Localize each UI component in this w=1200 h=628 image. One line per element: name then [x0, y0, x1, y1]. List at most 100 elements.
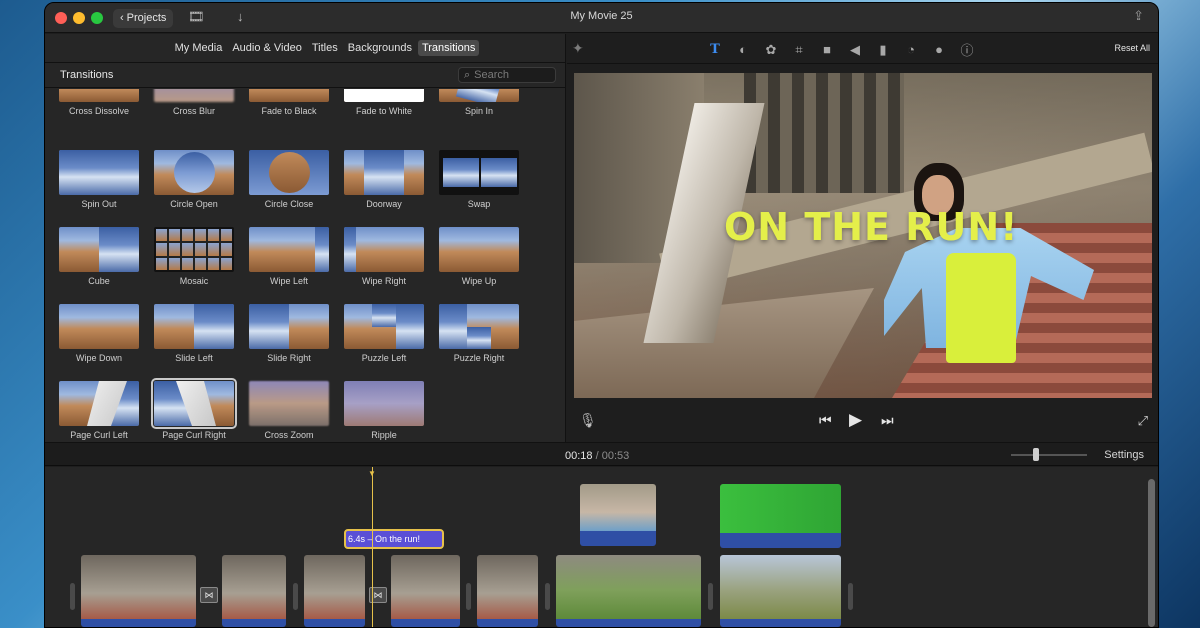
- video-clip[interactable]: [304, 555, 365, 627]
- transition-label: Wipe Left: [269, 276, 309, 286]
- clip-filter-icon[interactable]: ●: [931, 42, 947, 57]
- transition-thumbnail: [249, 227, 329, 272]
- settings-button[interactable]: Settings: [1104, 449, 1144, 461]
- transition-item[interactable]: Slide Right: [246, 304, 332, 363]
- imovie-window: ‹ Projects 🎞 ↓ My Movie 25 ⇪ My Media Au…: [44, 2, 1159, 628]
- playhead-marker-icon[interactable]: ▼: [368, 469, 376, 478]
- transition-item[interactable]: Wipe Up: [436, 227, 522, 286]
- transition-thumbnail: [59, 150, 139, 195]
- transition-thumbnail: [249, 150, 329, 195]
- video-clip[interactable]: [556, 555, 701, 627]
- transition-item[interactable]: Fade to White: [341, 89, 427, 116]
- color-correction-icon[interactable]: ✿: [763, 42, 779, 58]
- title-bar: ‹ Projects 🎞 ↓ My Movie 25 ⇪: [45, 3, 1158, 33]
- transition-label: Cross Blur: [172, 106, 215, 116]
- playhead[interactable]: [372, 467, 373, 627]
- skip-forward-icon[interactable]: ⏭: [881, 412, 894, 429]
- transition-label: Wipe Up: [461, 276, 497, 286]
- transition-item[interactable]: Circle Close: [246, 150, 332, 209]
- transition-item[interactable]: Page Curl Left: [56, 381, 142, 440]
- transition-marker-icon[interactable]: ⋈: [200, 587, 218, 603]
- transition-item[interactable]: Slide Left: [151, 304, 237, 363]
- transition-item[interactable]: Spin Out: [56, 150, 142, 209]
- tab-my-media[interactable]: My Media: [171, 40, 227, 56]
- magic-wand-icon[interactable]: ✦: [572, 40, 584, 57]
- transition-item[interactable]: Puzzle Left: [341, 304, 427, 363]
- video-clip[interactable]: [222, 555, 286, 627]
- crop-icon[interactable]: ⌗: [791, 42, 807, 58]
- adjustment-tools: T ◐ ✿ ⌗ ■ ◀ ▮ ◔ ● ⓘ: [707, 40, 975, 59]
- transition-label: Ripple: [371, 430, 397, 440]
- transition-item[interactable]: Circle Open: [151, 150, 237, 209]
- current-time: 00:18: [565, 450, 593, 462]
- tab-backgrounds[interactable]: Backgrounds: [344, 40, 416, 56]
- zoom-slider-knob[interactable]: [1033, 448, 1039, 461]
- video-clip[interactable]: [477, 555, 538, 627]
- video-clip[interactable]: [81, 555, 196, 627]
- text-icon[interactable]: T: [707, 42, 723, 57]
- clip-handle[interactable]: [708, 583, 713, 610]
- transition-thumbnail: [439, 304, 519, 349]
- transition-item[interactable]: Doorway: [341, 150, 427, 209]
- clip-handle[interactable]: [293, 583, 298, 610]
- video-ground: [574, 288, 874, 398]
- timeline[interactable]: 6.4s – On the run! ⋈ ⋈ ▼: [45, 467, 1158, 627]
- transition-item[interactable]: Mosaic: [151, 227, 237, 286]
- speed-icon[interactable]: ◔: [903, 42, 919, 57]
- volume-icon[interactable]: ◀: [847, 42, 863, 58]
- clip-handle[interactable]: [70, 583, 75, 610]
- timeline-scrollbar[interactable]: [1148, 479, 1155, 627]
- fullscreen-icon[interactable]: ⤢: [1138, 413, 1148, 429]
- timeline-header: 00:18 / 00:53 Settings: [45, 442, 1158, 466]
- transition-item[interactable]: Fade to Black: [246, 89, 332, 116]
- play-icon[interactable]: ▶: [849, 410, 862, 430]
- transition-item[interactable]: Page Curl Right: [151, 378, 237, 440]
- green-screen-clip[interactable]: [720, 484, 841, 548]
- search-field[interactable]: ⌕ Search: [458, 67, 556, 83]
- noise-reduction-icon[interactable]: ▮: [875, 42, 891, 58]
- tab-titles[interactable]: Titles: [308, 40, 342, 56]
- tab-audio-video[interactable]: Audio & Video: [228, 40, 306, 56]
- transition-item[interactable]: Cross Blur: [151, 89, 237, 116]
- transition-thumbnail: [59, 89, 139, 102]
- adjustments-toolbar: ✦ T ◐ ✿ ⌗ ■ ◀ ▮ ◔ ● ⓘ Reset All: [567, 34, 1158, 64]
- title-overlay[interactable]: ON THE RUN!: [724, 205, 1019, 249]
- tab-transitions[interactable]: Transitions: [417, 40, 480, 56]
- transition-label: Circle Close: [264, 199, 314, 209]
- transition-item[interactable]: Spin In: [436, 89, 522, 116]
- transition-item[interactable]: Wipe Right: [341, 227, 427, 286]
- transition-item[interactable]: Puzzle Right: [436, 304, 522, 363]
- clip-handle[interactable]: [545, 583, 550, 610]
- transition-thumbnail: [439, 227, 519, 272]
- total-time: 00:53: [601, 450, 630, 462]
- transition-item[interactable]: Ripple: [341, 381, 427, 440]
- microphone-icon[interactable]: 🎙: [579, 412, 597, 429]
- timecode: 00:18 / 00:53: [565, 450, 629, 462]
- transition-item[interactable]: Cross Zoom: [246, 381, 332, 440]
- title-clip[interactable]: 6.4s – On the run!: [344, 529, 444, 549]
- transition-thumbnail: [344, 304, 424, 349]
- clip-handle[interactable]: [466, 583, 471, 610]
- search-placeholder: Search: [474, 69, 510, 81]
- overlay-clip[interactable]: [580, 484, 656, 546]
- video-clip[interactable]: [391, 555, 460, 627]
- reset-all-button[interactable]: Reset All: [1114, 43, 1150, 53]
- info-icon[interactable]: ⓘ: [959, 40, 975, 59]
- zoom-slider-track[interactable]: [1011, 454, 1087, 456]
- transition-item[interactable]: Swap: [436, 150, 522, 209]
- transition-thumbnail: [249, 304, 329, 349]
- window-title: My Movie 25: [570, 10, 633, 22]
- transition-item[interactable]: Wipe Left: [246, 227, 332, 286]
- color-balance-icon[interactable]: ◐: [735, 42, 751, 57]
- transition-item[interactable]: Cube: [56, 227, 142, 286]
- transition-item[interactable]: Wipe Down: [56, 304, 142, 363]
- skip-back-icon[interactable]: ⏮: [819, 412, 832, 429]
- transition-label: Cross Zoom: [264, 430, 314, 440]
- transition-item[interactable]: Cross Dissolve: [56, 89, 142, 116]
- share-icon[interactable]: ⇪: [1133, 8, 1144, 24]
- stabilization-icon[interactable]: ■: [819, 42, 835, 57]
- browser-title: Transitions: [60, 69, 114, 81]
- transition-label: Cube: [88, 276, 110, 286]
- video-clip[interactable]: [720, 555, 841, 627]
- clip-handle[interactable]: [848, 583, 853, 610]
